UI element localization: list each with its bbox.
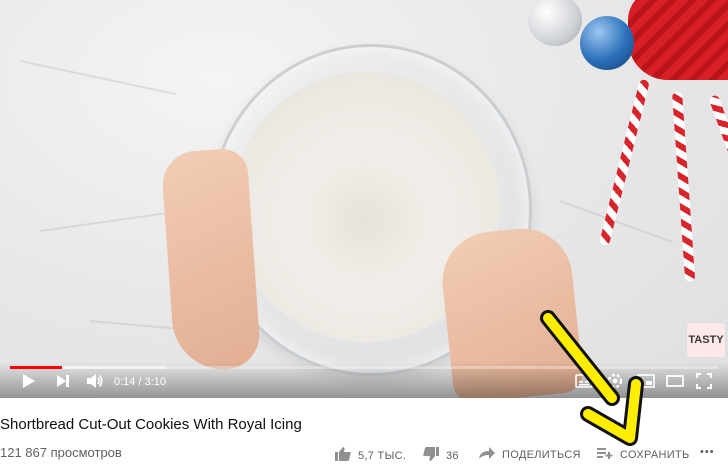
video-player[interactable]: TASTY 0:14 / 3:10: [0, 0, 728, 398]
playlist-add-icon: [596, 446, 614, 463]
fullscreen-button[interactable]: [694, 372, 714, 394]
fullscreen-icon: [696, 372, 712, 394]
play-button[interactable]: [20, 373, 38, 394]
more-icon: •••: [700, 446, 715, 458]
video-title: Shortbread Cut-Out Cookies With Royal Ic…: [0, 416, 302, 433]
miniplayer-button[interactable]: [636, 373, 656, 393]
theater-icon: [666, 374, 684, 392]
thumbs-down-icon: [422, 446, 440, 465]
channel-watermark[interactable]: TASTY: [686, 322, 726, 358]
more-actions-button[interactable]: •••: [700, 446, 715, 458]
theater-button[interactable]: [664, 374, 686, 392]
silver-ornament: [528, 0, 582, 46]
dislike-button[interactable]: 36: [422, 446, 459, 465]
save-label: СОХРАНИТЬ: [620, 448, 690, 461]
volume-button[interactable]: [84, 373, 106, 394]
settings-icon: [606, 372, 624, 395]
miniplayer-icon: [637, 373, 655, 393]
save-button[interactable]: СОХРАНИТЬ: [596, 446, 690, 463]
red-cloth: [628, 0, 728, 80]
candy-cane: [599, 78, 650, 247]
time-display: 0:14 / 3:10: [114, 376, 166, 388]
next-icon: [56, 374, 70, 393]
settings-button[interactable]: [604, 372, 626, 395]
share-label: ПОДЕЛИТЬСЯ: [502, 448, 581, 461]
play-icon: [22, 373, 36, 394]
subtitles-icon: [575, 373, 593, 393]
next-button[interactable]: [54, 374, 72, 392]
left-hand: [160, 147, 262, 373]
view-count: 121 867 просмотров: [0, 445, 122, 460]
like-button[interactable]: 5,7 ТЫС.: [334, 446, 406, 465]
progress-bar[interactable]: [10, 366, 718, 369]
share-button[interactable]: ПОДЕЛИТЬСЯ: [478, 446, 581, 463]
blue-ornament: [580, 16, 634, 70]
candy-cane: [708, 94, 728, 164]
like-count: 5,7 ТЫС.: [358, 449, 407, 462]
progress-fill: [10, 366, 63, 369]
thumbs-up-icon: [334, 446, 352, 465]
candy-cane: [672, 91, 696, 282]
share-icon: [478, 446, 496, 463]
subtitles-button[interactable]: [574, 373, 594, 393]
dislike-count: 36: [446, 449, 459, 462]
volume-icon: [86, 373, 104, 394]
